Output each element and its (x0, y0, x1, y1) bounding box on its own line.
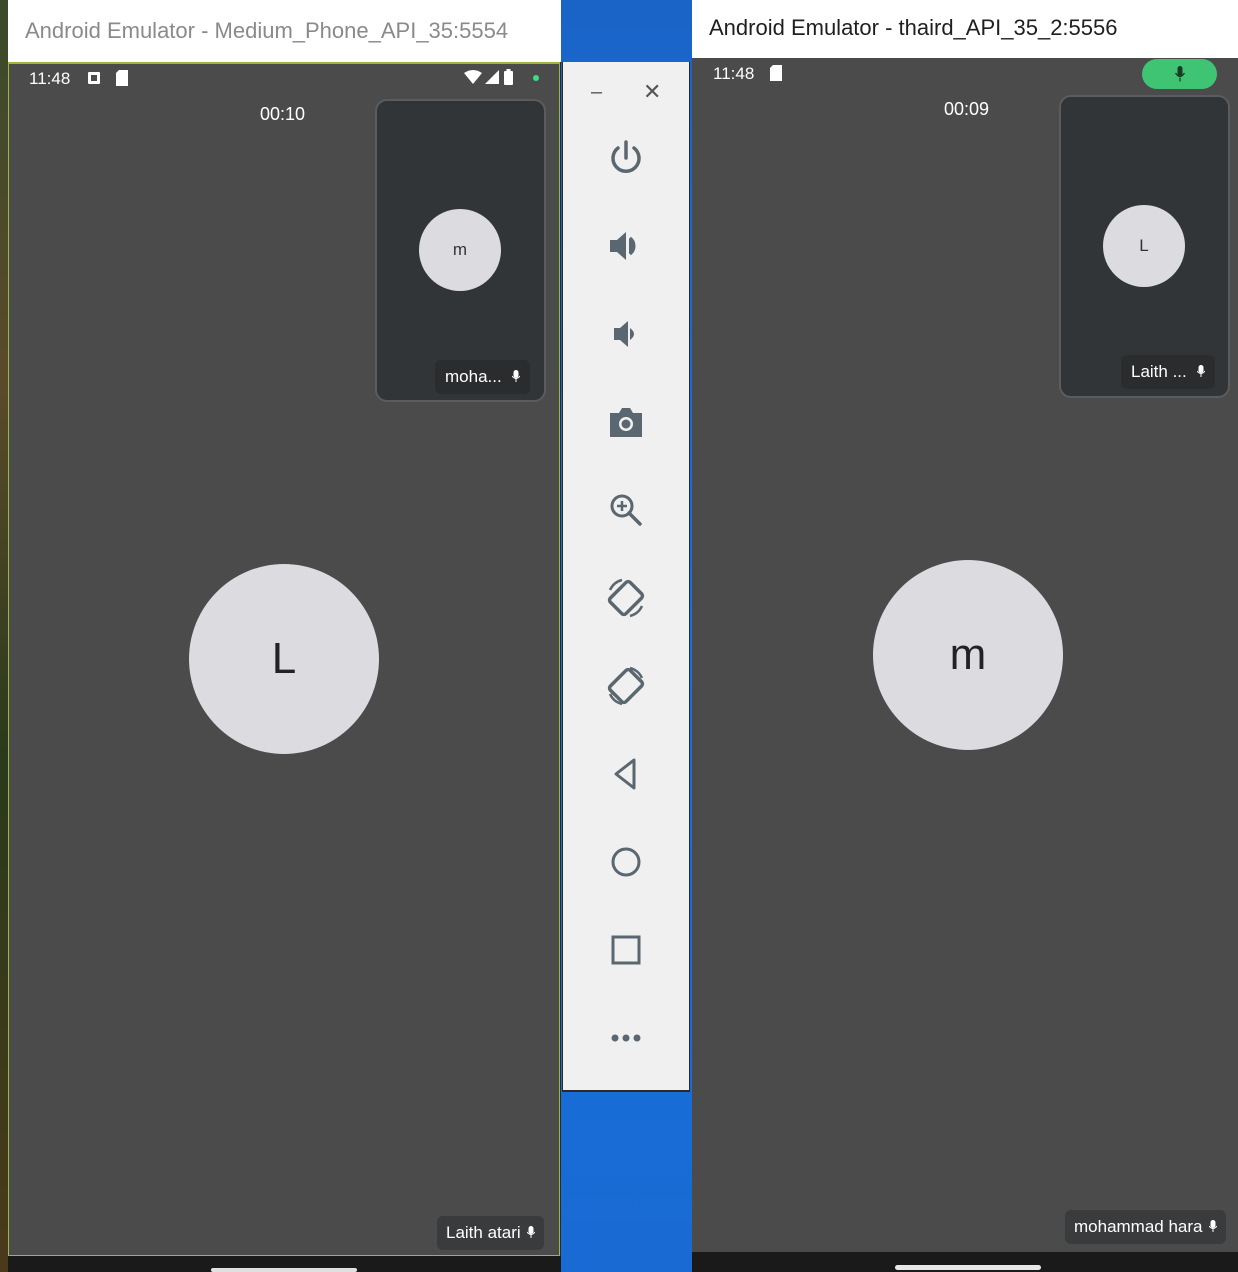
power-button[interactable] (602, 134, 650, 182)
status-bar-time: 11:48 (29, 69, 71, 88)
notification-icon (87, 71, 101, 85)
self-view-tile[interactable]: m moha... (375, 99, 546, 402)
mic-icon (1208, 1217, 1217, 1237)
call-timer: 00:09 (944, 99, 990, 119)
right-gesture-nav-bar (692, 1252, 1238, 1272)
sd-card-icon (115, 70, 129, 86)
wifi-icon (464, 70, 482, 84)
battery-icon (504, 69, 513, 85)
volume-up-icon (610, 232, 636, 260)
rotate-left-button[interactable] (602, 574, 650, 622)
remote-participant-avatar: m (873, 560, 1063, 750)
left-window-title: Android Emulator - Medium_Phone_API_35:5… (25, 18, 509, 43)
toolbar-window-controls: – ✕ (563, 80, 691, 104)
camera-icon (610, 408, 642, 437)
self-name-tag: moha... (435, 360, 530, 394)
signal-icon (485, 70, 499, 84)
volume-down-button[interactable] (602, 310, 650, 358)
volume-up-button[interactable] (602, 222, 650, 270)
status-bar-time: 11:48 (713, 64, 755, 83)
gesture-handle[interactable] (211, 1268, 357, 1272)
left-gesture-nav-bar (8, 1256, 561, 1272)
self-view-tile[interactable]: L Laith ... (1059, 95, 1230, 398)
rotate-right-icon (607, 666, 645, 706)
mic-icon (526, 1223, 536, 1243)
zoom-icon (610, 494, 642, 526)
more-icon (611, 1034, 641, 1042)
right-emulator-window: Android Emulator - thaird_API_35_2:5556 … (692, 0, 1238, 1272)
emulator-toolbar: – ✕ (562, 62, 690, 1092)
home-icon (611, 847, 641, 877)
zoom-button[interactable] (602, 486, 650, 534)
desktop-background-strip (0, 0, 8, 1272)
more-button[interactable] (602, 1014, 650, 1062)
close-button[interactable]: ✕ (643, 80, 661, 104)
overview-icon (611, 935, 641, 965)
right-window-title: Android Emulator - thaird_API_35_2:5556 (709, 15, 1118, 40)
gesture-handle[interactable] (895, 1265, 1041, 1270)
remote-participant-name: mohammad hara (1074, 1217, 1203, 1236)
privacy-indicator-dot (533, 75, 539, 81)
mic-icon (511, 367, 521, 387)
rotate-left-icon (607, 578, 645, 618)
right-title-bar[interactable]: Android Emulator - thaird_API_35_2:5556 (692, 0, 1238, 58)
self-avatar: m (419, 209, 501, 291)
self-name-label: moha... (445, 367, 502, 386)
right-phone-screen[interactable]: 11:48 00:09 L Laith ... m mohammad hara (692, 58, 1238, 1252)
left-phone-screen[interactable]: 11:48 00:10 m moha... L Laith atari (8, 62, 560, 1256)
volume-down-icon (614, 321, 634, 347)
back-icon (614, 758, 636, 790)
minimize-button[interactable]: – (591, 80, 602, 104)
left-emulator-window: Android Emulator - Medium_Phone_API_35:5… (0, 0, 561, 1272)
mic-in-use-indicator[interactable] (1142, 59, 1217, 89)
remote-participant-name-tag: Laith atari (437, 1216, 544, 1250)
remote-participant-name: Laith atari (446, 1223, 521, 1242)
sd-card-icon (769, 65, 783, 81)
overview-button[interactable] (602, 926, 650, 974)
self-name-tag: Laith ... (1121, 355, 1215, 389)
rotate-right-button[interactable] (602, 662, 650, 710)
self-name-label: Laith ... (1131, 362, 1187, 381)
back-button[interactable] (602, 750, 650, 798)
home-button[interactable] (602, 838, 650, 886)
remote-participant-name-tag: mohammad hara (1065, 1210, 1226, 1244)
left-title-bar[interactable]: Android Emulator - Medium_Phone_API_35:5… (8, 0, 561, 62)
power-icon (611, 140, 641, 173)
screenshot-button[interactable] (602, 398, 650, 446)
call-timer: 00:10 (260, 104, 306, 124)
remote-participant-avatar: L (189, 564, 379, 754)
mic-icon (1196, 362, 1206, 382)
self-avatar: L (1103, 205, 1185, 287)
mic-icon (1174, 66, 1185, 82)
